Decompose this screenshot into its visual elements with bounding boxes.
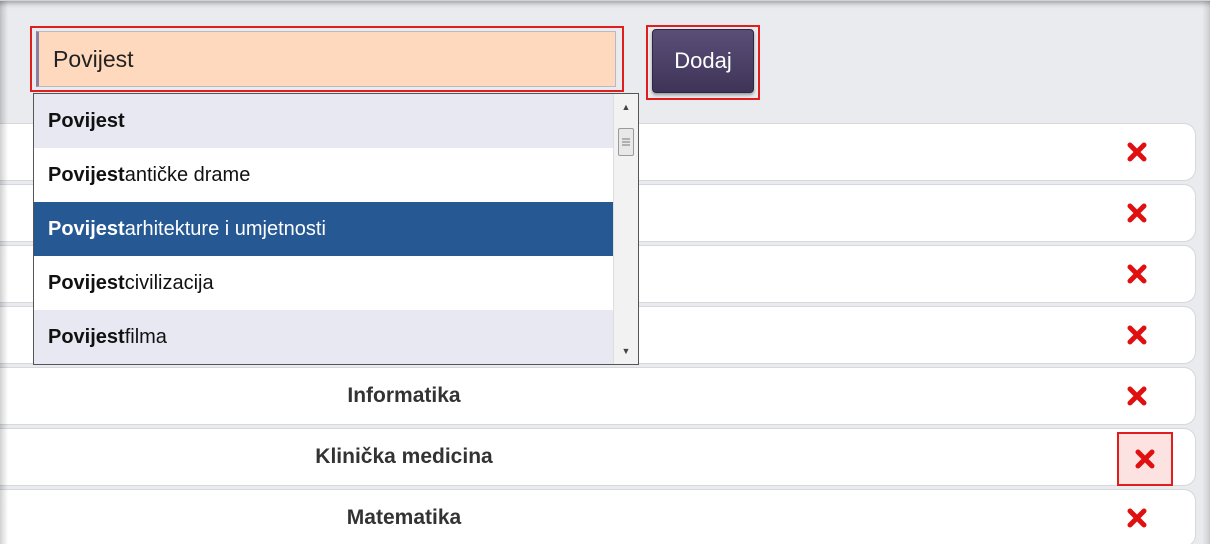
- close-x-icon: [1127, 386, 1147, 406]
- dropdown-scrollbar[interactable]: ▲ ▼: [613, 94, 638, 364]
- delete-button[interactable]: [1124, 139, 1150, 165]
- arrow-down-icon[interactable]: ▼: [614, 342, 638, 360]
- list-item: Informatika: [0, 367, 1196, 425]
- option-match: Povijest: [48, 271, 125, 294]
- subject-search-input[interactable]: [36, 31, 616, 87]
- add-button-highlight-box: Dodaj: [646, 25, 760, 100]
- option-rest: arhitekture i umjetnosti: [124, 217, 326, 240]
- list-item: Matematika: [0, 489, 1196, 544]
- autocomplete-list: Povijest Povijest antičke drame Povijest…: [34, 94, 614, 364]
- list-item-label: Matematika: [346, 506, 462, 529]
- option-match: Povijest: [48, 163, 125, 186]
- close-x-icon: [1127, 264, 1147, 284]
- arrow-up-icon[interactable]: ▲: [614, 98, 638, 116]
- delete-button[interactable]: [1124, 322, 1150, 348]
- delete-button[interactable]: [1124, 505, 1150, 531]
- delete-button[interactable]: [1124, 383, 1150, 409]
- close-x-icon: [1127, 203, 1147, 223]
- close-x-icon: [1127, 142, 1147, 162]
- scrollbar-thumb[interactable]: [618, 128, 634, 156]
- list-item: Klinička medicina: [0, 428, 1196, 486]
- option-match: Povijest: [48, 109, 125, 132]
- option-rest: antičke drame: [124, 163, 251, 186]
- close-x-icon: [1135, 449, 1155, 469]
- autocomplete-option[interactable]: Povijest: [34, 94, 614, 148]
- autocomplete-dropdown: Povijest Povijest antičke drame Povijest…: [33, 93, 639, 365]
- option-rest: filma: [124, 325, 167, 348]
- list-item-label: Informatika: [347, 384, 461, 407]
- option-match: Povijest: [48, 325, 125, 348]
- delete-button[interactable]: [1124, 261, 1150, 287]
- option-match: Povijest: [48, 217, 125, 240]
- add-button[interactable]: Dodaj: [652, 29, 754, 93]
- grip-icon: [622, 138, 630, 146]
- close-x-icon: [1127, 325, 1147, 345]
- frame-shadow: [0, 1, 8, 544]
- autocomplete-option[interactable]: Povijest filma: [34, 310, 614, 364]
- autocomplete-option[interactable]: Povijest civilizacija: [34, 256, 614, 310]
- delete-button[interactable]: [1124, 200, 1150, 226]
- autocomplete-option-selected[interactable]: Povijest arhitekture i umjetnosti: [34, 202, 614, 256]
- app-frame: Dodaj: [0, 0, 1210, 544]
- list-item-label: Klinička medicina: [315, 445, 493, 468]
- option-rest: civilizacija: [124, 271, 214, 294]
- autocomplete-option[interactable]: Povijest antičke drame: [34, 148, 614, 202]
- delete-button-highlighted[interactable]: [1117, 432, 1173, 486]
- close-x-icon: [1127, 508, 1147, 528]
- search-highlight-box: [30, 26, 624, 92]
